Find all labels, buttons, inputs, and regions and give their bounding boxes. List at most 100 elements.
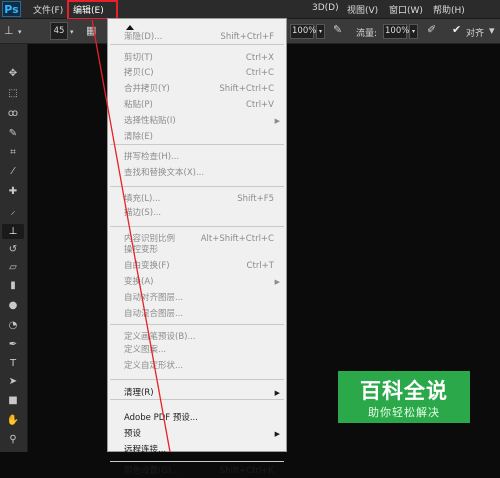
hand-tool-icon[interactable]: ✋ [2, 413, 24, 428]
menu-item-label: 渐隐(D)... [124, 32, 163, 42]
menu-item-label: 定义自定形状... [124, 361, 184, 371]
edit-menu-item[interactable]: 查找和替换文本(X)... [108, 166, 286, 180]
lasso-tool-icon[interactable]: ꝏ [2, 106, 24, 121]
edit-menu-item[interactable]: 清理(R) ▶ [108, 386, 286, 400]
edit-menu-item[interactable]: 定义自定形状... [108, 359, 286, 373]
airbrush-icon[interactable]: ✐ [427, 24, 436, 36]
edit-menu-item[interactable]: 定义图案... [108, 343, 286, 357]
menu-separator [110, 226, 284, 227]
edit-menu-item[interactable]: 定义画笔预设(B)... [108, 330, 286, 344]
edit-menu-item[interactable]: 远程连接... [108, 443, 286, 457]
shape-tool-icon[interactable]: ■ [2, 393, 24, 408]
history-brush-tool-icon[interactable]: ↺ [2, 242, 24, 257]
flow-input[interactable]: 100% [383, 24, 410, 39]
brush-preset-picker[interactable]: 45 [50, 22, 68, 40]
clone-stamp-icon[interactable]: ⊥ [4, 25, 14, 37]
watermark-title: 百科全说 [360, 379, 448, 403]
menu-item-label: 自由变换(F) [124, 261, 170, 271]
pen-tool-icon[interactable]: ✒ [2, 337, 24, 352]
dodge-tool-icon[interactable]: ◔ [2, 318, 24, 333]
edit-menu-item[interactable]: 操控变形 [108, 243, 286, 257]
edit-menu-item[interactable]: 填充(L)... Shift+F5 [108, 192, 286, 206]
flow-value: 100% [385, 26, 410, 36]
menu-item-label: 操控变形 [124, 245, 159, 255]
menu-item-label: 变换(A) [124, 277, 154, 287]
edit-menu-item[interactable]: 选择性粘贴(I) ▶ [108, 114, 286, 128]
menu-item-shortcut: Shift+Ctrl+F [220, 32, 274, 42]
edit-menu-item[interactable]: 描边(S)... [108, 206, 286, 220]
crop-tool-icon[interactable]: ⌗ [2, 145, 24, 160]
gradient-tool-icon[interactable]: ▮ [2, 278, 24, 293]
menu-separator [110, 44, 284, 45]
edit-menu-item[interactable]: 粘贴(P) Ctrl+V [108, 98, 286, 112]
brush-tool-icon[interactable]: ⸝ [2, 204, 24, 219]
edit-menu-item[interactable]: 渐隐(D)... Shift+Ctrl+F [108, 30, 286, 44]
blur-tool-icon[interactable]: ● [2, 298, 24, 313]
menu-item-label: 清理(R) [124, 388, 154, 398]
flow-dropdown-icon[interactable]: ▾ [409, 24, 418, 39]
menu-separator [110, 324, 284, 325]
edit-menu-item[interactable]: 清除(E) [108, 130, 286, 144]
submenu-arrow-icon: ▶ [274, 430, 280, 438]
edit-menu-item[interactable]: 变换(A) ▶ [108, 275, 286, 289]
align-label: 对齐 [466, 29, 485, 39]
path-select-tool-icon[interactable]: ➤ [2, 374, 24, 389]
menu-item-label: 颜色设置(G)... [124, 466, 180, 476]
tool-preset-dropdown-icon[interactable]: ▾ [18, 26, 22, 38]
flow-label: 流量: [356, 29, 378, 39]
edit-menu-item[interactable]: 颜色设置(G)... Shift+Ctrl+K [108, 464, 286, 478]
quick-select-tool-icon[interactable]: ✎ [2, 126, 24, 141]
move-tool-icon[interactable]: ✥ [2, 66, 24, 81]
menu-item-label: 粘贴(P) [124, 100, 153, 110]
eyedropper-tool-icon[interactable]: ⁄ [2, 164, 24, 179]
menu-separator [110, 379, 284, 380]
type-tool-icon[interactable]: T [2, 356, 24, 371]
menu-item-label: 选择性粘贴(I) [124, 116, 176, 126]
align-checkbox[interactable]: ✔ [452, 24, 461, 36]
watermark-subtitle: 助你轻松解决 [368, 406, 440, 419]
submenu-arrow-icon: ▶ [274, 278, 280, 286]
opacity-value: 100% [292, 26, 317, 36]
menu-item-shortcut: Shift+F5 [237, 194, 274, 204]
edit-menu-item[interactable]: 合并拷贝(Y) Shift+Ctrl+C [108, 82, 286, 96]
edit-menu-item[interactable]: 剪切(T) Ctrl+X [108, 51, 286, 65]
menu-item-label: 清除(E) [124, 132, 154, 142]
menu-view[interactable]: 视图(V) [347, 3, 378, 16]
healing-brush-tool-icon[interactable]: ✚ [2, 184, 24, 199]
brush-panel-icon[interactable]: ▦ [86, 25, 96, 37]
marquee-tool-icon[interactable]: ⬚ [2, 86, 24, 101]
edit-menu-item[interactable]: 拷贝(C) Ctrl+C [108, 66, 286, 80]
zoom-tool-icon[interactable]: ⚲ [2, 432, 24, 447]
edit-menu-item[interactable]: 自动混合图层... [108, 307, 286, 321]
menu-file[interactable]: 文件(F) [33, 3, 63, 16]
edit-menu-highlight-box [67, 0, 118, 20]
menu-item-label: 自动混合图层... [124, 309, 184, 319]
menu-item-label: 查找和替换文本(X)... [124, 168, 205, 178]
edit-menu-item[interactable]: 预设 ▶ [108, 427, 286, 441]
opacity-input[interactable]: 100% [290, 24, 317, 39]
menu-item-label: 描边(S)... [124, 208, 162, 218]
edit-menu-item[interactable]: Adobe PDF 预设... [108, 411, 286, 425]
brush-size: 45 [53, 26, 65, 36]
opacity-dropdown-icon[interactable]: ▾ [316, 24, 325, 39]
eraser-tool-icon[interactable]: ▱ [2, 260, 24, 275]
menu-item-label: 拷贝(C) [124, 68, 154, 78]
menu-item-label: 预设 [124, 429, 142, 439]
submenu-arrow-icon: ▶ [274, 117, 280, 125]
edit-menu-item[interactable]: 拼写检查(H)... [108, 150, 286, 164]
clone-stamp-tool-icon[interactable]: ⊥ [2, 224, 24, 239]
brush-dropdown-icon[interactable]: ▾ [70, 26, 74, 38]
menu-window[interactable]: 窗口(W) [389, 3, 423, 16]
menu-separator [110, 144, 284, 145]
menu-item-label: 自动对齐图层... [124, 293, 184, 303]
menu-item-shortcut: Ctrl+T [246, 261, 274, 271]
tools-panel: ✥ ⬚ ꝏ ✎ ⌗ ⁄ ✚ ⸝ ⊥ ↺ ▱ ▮ ● ◔ ✒ T ➤ ■ ✋ ⚲ [0, 44, 28, 452]
sample-dropdown-icon[interactable]: ▾ [489, 25, 495, 37]
edit-menu-item[interactable]: 自动对齐图层... [108, 291, 286, 305]
pressure-opacity-icon[interactable]: ✎ [333, 24, 342, 36]
menu-item-shortcut: Shift+Ctrl+K [219, 466, 274, 476]
edit-menu-item[interactable]: 自由变换(F) Ctrl+T [108, 259, 286, 273]
watermark-logo: 百科全说 助你轻松解决 [338, 371, 470, 423]
menu-3d[interactable]: 3D(D) [312, 3, 339, 13]
menu-help[interactable]: 帮助(H) [433, 3, 465, 16]
